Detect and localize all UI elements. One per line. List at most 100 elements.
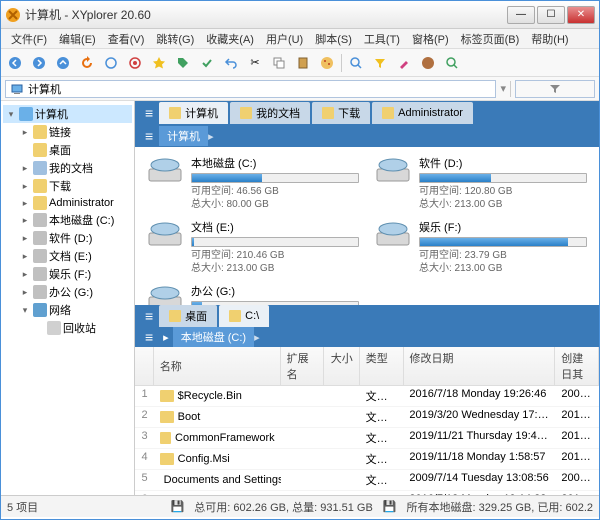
folder-icon xyxy=(160,390,174,402)
drive-item[interactable]: 本地磁盘 (C:)可用空间: 46.56 GB总大小: 80.00 GB xyxy=(147,155,359,211)
brush-icon[interactable] xyxy=(394,53,414,73)
paste-icon[interactable] xyxy=(293,53,313,73)
column-headers[interactable]: 名称 扩展名 大小 类型 修改日期 创建日其 xyxy=(135,347,599,386)
search-icon[interactable] xyxy=(346,53,366,73)
menu-item[interactable]: 用户(U) xyxy=(260,29,309,49)
address-input[interactable]: 计算机 xyxy=(5,80,496,98)
menu-item[interactable]: 帮助(H) xyxy=(525,29,574,49)
forward-button[interactable] xyxy=(29,53,49,73)
disk-icon: 💾 xyxy=(383,500,397,513)
tree-node[interactable]: 回收站 xyxy=(3,319,132,337)
table-row[interactable]: 5Documents and Settings文件夹2009/7/14 Tues… xyxy=(135,470,599,491)
drv-icon xyxy=(33,267,47,281)
drive-item[interactable]: 娱乐 (F:)可用空间: 23.79 GB总大小: 213.00 GB xyxy=(375,219,587,275)
toolbar: ✂ xyxy=(1,49,599,77)
drv-icon xyxy=(33,231,47,245)
menubar: 文件(F)编辑(E)查看(V)跳转(G)收藏夹(A)用户(U)脚本(S)工具(T… xyxy=(1,29,599,49)
drive-item[interactable]: 文档 (E:)可用空间: 210.46 GB总大小: 213.00 GB xyxy=(147,219,359,275)
menu-item[interactable]: 窗格(P) xyxy=(406,29,455,49)
close-button[interactable]: ✕ xyxy=(567,6,595,24)
tree-node[interactable]: ▸我的文档 xyxy=(3,159,132,177)
tree-node[interactable]: ▾计算机 xyxy=(3,105,132,123)
refresh-button[interactable] xyxy=(77,53,97,73)
fld-icon xyxy=(33,196,47,210)
drive-icon xyxy=(147,283,183,305)
tab[interactable]: 我的文档 xyxy=(230,102,310,124)
menu-icon[interactable]: ≡ xyxy=(139,308,159,324)
tree-node[interactable]: ▸Administrator xyxy=(3,195,132,211)
stop-button[interactable] xyxy=(125,53,145,73)
fld-icon xyxy=(33,125,47,139)
tab[interactable]: Administrator xyxy=(372,102,473,124)
tree-node[interactable]: 桌面 xyxy=(3,141,132,159)
check-icon[interactable] xyxy=(197,53,217,73)
dropdown-icon[interactable]: ▾ xyxy=(500,82,506,95)
table-row[interactable]: 2Boot文件夹2019/3/20 Wednesday 17:58:012014… xyxy=(135,407,599,428)
menu-item[interactable]: 查看(V) xyxy=(102,29,151,49)
tree-node[interactable]: ▸办公 (G:) xyxy=(3,283,132,301)
star-icon[interactable] xyxy=(149,53,169,73)
drive-item[interactable]: 软件 (D:)可用空间: 120.80 GB总大小: 213.00 GB xyxy=(375,155,587,211)
table-row[interactable]: 3CommonFramework文件夹2019/11/21 Thursday 1… xyxy=(135,428,599,449)
tag-icon[interactable] xyxy=(173,53,193,73)
tree-node[interactable]: ▾网络 xyxy=(3,301,132,319)
back-button[interactable] xyxy=(5,53,25,73)
find-icon[interactable] xyxy=(442,53,462,73)
menu-item[interactable]: 编辑(E) xyxy=(53,29,102,49)
crumb-menu-icon[interactable]: ≡ xyxy=(139,128,159,144)
window-title: 计算机 - XYplorer 20.60 xyxy=(25,6,507,23)
tree-node[interactable]: ▸娱乐 (F:) xyxy=(3,265,132,283)
doc-icon xyxy=(33,161,47,175)
menu-icon[interactable]: ≡ xyxy=(139,105,159,121)
up-button[interactable] xyxy=(53,53,73,73)
menu-item[interactable]: 脚本(S) xyxy=(309,29,358,49)
drive-icon xyxy=(375,219,411,249)
menu-item[interactable]: 跳转(G) xyxy=(150,29,200,49)
drv-icon xyxy=(33,285,47,299)
tab[interactable]: C:\ xyxy=(219,305,269,327)
tab[interactable]: 下载 xyxy=(312,102,370,124)
crumb-menu-icon[interactable]: ≡ xyxy=(139,329,159,345)
folder-icon xyxy=(160,411,174,423)
table-row[interactable]: 6Drivers文件夹2016/7/18 Monday 19:14:282016… xyxy=(135,491,599,495)
table-row[interactable]: 1$Recycle.Bin文件夹2016/7/18 Monday 19:26:4… xyxy=(135,386,599,407)
file-list[interactable]: 名称 扩展名 大小 类型 修改日期 创建日其 1$Recycle.Bin文件夹2… xyxy=(135,347,599,495)
folder-tree[interactable]: ▾计算机▸链接桌面▸我的文档▸下载▸Administrator▸本地磁盘 (C:… xyxy=(1,101,135,495)
tree-node[interactable]: ▸链接 xyxy=(3,123,132,141)
bin-icon xyxy=(47,321,61,335)
copy-icon[interactable] xyxy=(269,53,289,73)
undo-icon[interactable] xyxy=(221,53,241,73)
folder-icon xyxy=(160,453,174,465)
breadcrumb-item[interactable]: 本地磁盘 (C:) xyxy=(173,327,254,347)
pizza-icon[interactable] xyxy=(317,53,337,73)
maximize-button[interactable]: ☐ xyxy=(537,6,565,24)
tree-node[interactable]: ▸本地磁盘 (C:) xyxy=(3,211,132,229)
menu-item[interactable]: 工具(T) xyxy=(358,29,406,49)
minimize-button[interactable]: — xyxy=(507,6,535,24)
upper-tabbar: ≡ 计算机我的文档下载Administrator xyxy=(135,101,599,125)
drive-icon xyxy=(147,219,183,249)
tree-node[interactable]: ▸文档 (E:) xyxy=(3,247,132,265)
tab[interactable]: 桌面 xyxy=(159,305,217,327)
filter-input[interactable] xyxy=(515,80,595,98)
palette-icon[interactable] xyxy=(418,53,438,73)
menu-item[interactable]: 收藏夹(A) xyxy=(200,29,260,49)
item-count: 5 项目 xyxy=(7,499,38,515)
addressbar: 计算机 ▾ xyxy=(1,77,599,101)
fld-icon xyxy=(33,179,47,193)
table-row[interactable]: 4Config.Msi文件夹2019/11/18 Monday 1:58:572… xyxy=(135,449,599,470)
filter-icon[interactable] xyxy=(370,53,390,73)
lower-tabbar: ≡ 桌面C:\ xyxy=(135,305,599,327)
drive-item[interactable]: 办公 (G:)可用空间: 200.65 GB总大小: 212.50 GB xyxy=(147,283,359,305)
upper-breadcrumb: ≡ 计算机 ▸ xyxy=(135,125,599,147)
menu-item[interactable]: 标签页面(B) xyxy=(455,29,526,49)
drv-icon xyxy=(33,213,47,227)
tab[interactable]: 计算机 xyxy=(159,102,228,124)
breadcrumb-item[interactable]: 计算机 xyxy=(159,126,208,146)
history-button[interactable] xyxy=(101,53,121,73)
statusbar: 5 项目 💾 总可用: 602.26 GB, 总量: 931.51 GB 💾 所… xyxy=(1,495,599,517)
cut-icon[interactable]: ✂ xyxy=(245,53,265,73)
menu-item[interactable]: 文件(F) xyxy=(5,29,53,49)
tree-node[interactable]: ▸软件 (D:) xyxy=(3,229,132,247)
tree-node[interactable]: ▸下载 xyxy=(3,177,132,195)
